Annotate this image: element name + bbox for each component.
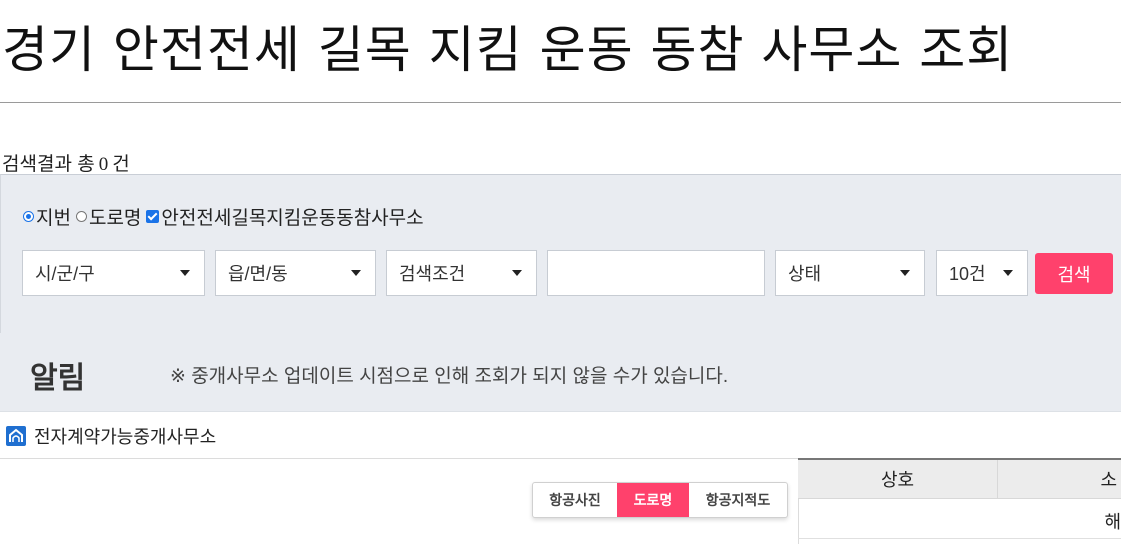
map-type-toggle: 항공사진 도로명 항공지적도 (532, 482, 788, 518)
status-select[interactable]: 상태 (775, 250, 925, 296)
radio-jibun-label: 지번 (36, 208, 71, 229)
notice-panel: 알림 ※ 중개사무소 업데이트 시점으로 인해 조회가 되지 않을 수가 있습니… (0, 333, 1121, 412)
notice-text: ※ 중개사무소 업데이트 시점으로 인해 조회가 되지 않을 수가 있습니다. (170, 366, 729, 387)
checkbox-participating-office-label: 안전전세길목지킴운동동참사무소 (161, 208, 424, 229)
map-type-aerial[interactable]: 항공사진 (533, 483, 617, 517)
sigungu-select-value: 시/군/구 (35, 264, 95, 284)
keyword-input[interactable] (548, 251, 764, 295)
radio-road-name[interactable]: 도로명 (75, 203, 142, 230)
search-panel: 지번 도로명 안전전세길목지킴운동동참사무소 시/군/구 읍/면/동 검색조건 … (0, 174, 1121, 334)
empty-message: 해 (1104, 512, 1121, 532)
home-icon (6, 426, 26, 446)
chevron-down-icon (351, 270, 361, 276)
result-count-prefix: 검색결과 총 (2, 154, 95, 175)
condition-select[interactable]: 검색조건 (386, 250, 537, 296)
checkbox-participating-office[interactable]: 안전전세길목지킴운동동참사무소 (146, 203, 424, 230)
column-header-name: 상호 (798, 460, 998, 498)
radio-road-name-label: 도로명 (88, 208, 142, 229)
legend: 전자계약가능중개사무소 (6, 423, 216, 449)
title-divider (0, 102, 1121, 103)
keyword-input-wrap (547, 250, 765, 296)
sigungu-select[interactable]: 시/군/구 (22, 250, 205, 296)
table-row: 해 (798, 500, 1121, 539)
result-count-number: 0 (98, 154, 109, 175)
map-type-cadastral[interactable]: 항공지적도 (689, 483, 787, 517)
radio-road-name-control[interactable] (75, 211, 87, 222)
notice-title: 알림 (30, 361, 86, 396)
checkbox-participating-office-control[interactable] (146, 210, 160, 223)
column-header-address: 소 (1100, 470, 1117, 490)
condition-select-value: 검색조건 (399, 264, 466, 284)
chevron-down-icon (1003, 270, 1013, 276)
chevron-down-icon (180, 270, 190, 276)
search-type-options: 지번 도로명 안전전세길목지킴운동동참사무소 (23, 203, 429, 230)
result-count-suffix: 건 (112, 154, 130, 175)
results-table: 상호 소 해 (798, 458, 1121, 545)
legend-label: 전자계약가능중개사무소 (34, 427, 217, 447)
chevron-down-icon (512, 270, 522, 276)
page-size-select-value: 10건 (949, 264, 986, 284)
search-button[interactable]: 검색 (1035, 253, 1113, 294)
eupmyeondong-select-value: 읍/면/동 (228, 264, 288, 284)
chevron-down-icon (900, 270, 910, 276)
eupmyeondong-select[interactable]: 읍/면/동 (215, 250, 376, 296)
status-select-value: 상태 (788, 264, 822, 284)
page-size-select[interactable]: 10건 (936, 250, 1028, 296)
map-type-road[interactable]: 도로명 (617, 483, 689, 517)
result-count: 검색결과 총0건 (2, 149, 130, 176)
page-title: 경기 안전전세 길목 지킴 운동 동참 사무소 조회 (2, 21, 1014, 79)
radio-jibun-control[interactable] (23, 211, 34, 222)
table-header: 상호 소 (798, 460, 1121, 499)
radio-jibun[interactable]: 지번 (23, 203, 71, 230)
